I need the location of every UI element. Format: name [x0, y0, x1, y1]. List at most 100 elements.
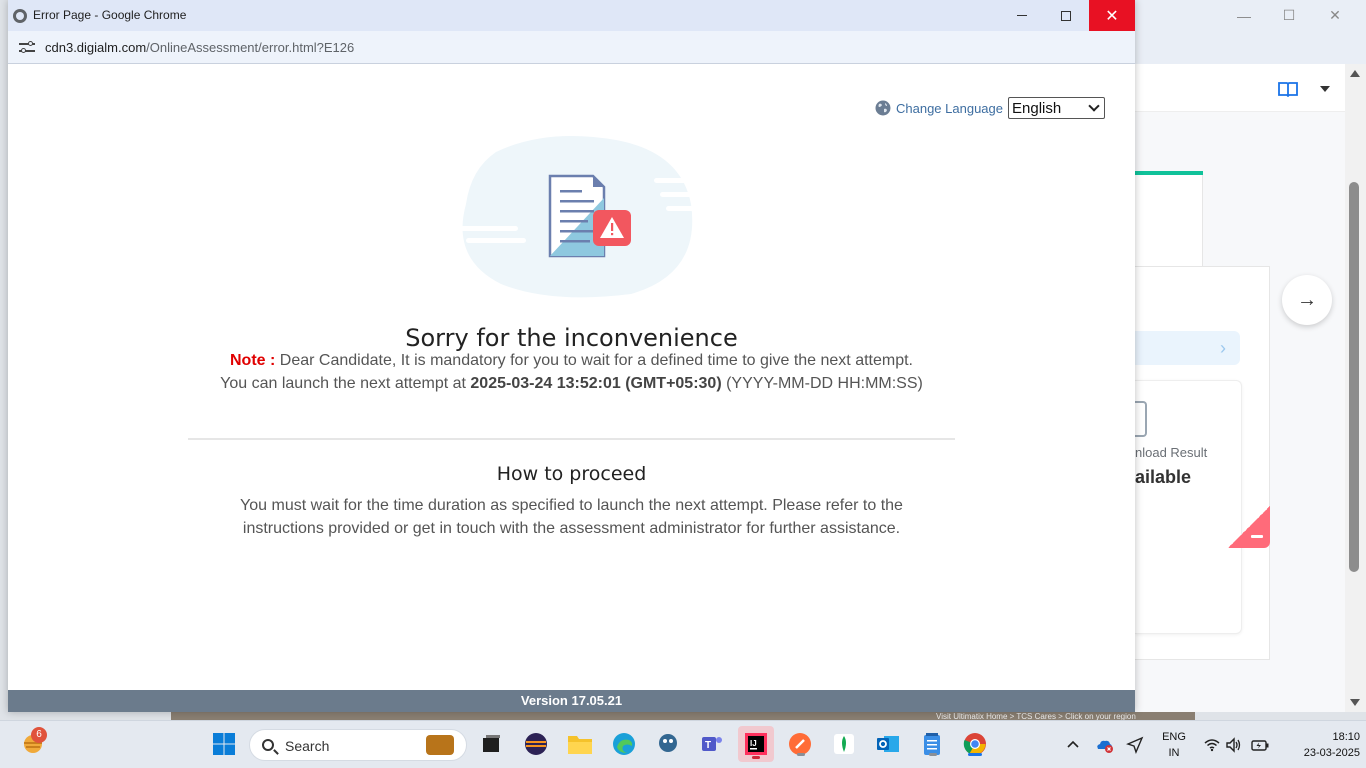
- note-text: Dear Candidate, It is mandatory for you …: [275, 352, 913, 369]
- taskbar-chrome[interactable]: [960, 729, 990, 759]
- taskbar-edge[interactable]: [609, 729, 639, 759]
- minimize-button[interactable]: [999, 0, 1045, 31]
- search-icon: [262, 739, 274, 751]
- collapse-corner-button[interactable]: [1228, 506, 1270, 548]
- background-scrollbar[interactable]: [1345, 64, 1366, 712]
- taskbar-mongodb[interactable]: [829, 729, 859, 759]
- location-tray[interactable]: [1126, 736, 1144, 754]
- chevron-right-icon: ›: [1220, 338, 1226, 358]
- document-icon: [1133, 401, 1147, 437]
- windows-logo-icon: [213, 733, 235, 755]
- taskbar-outlook[interactable]: [873, 729, 903, 759]
- window-titlebar: Error Page - Google Chrome ✕: [8, 0, 1135, 31]
- page-favicon-icon: [13, 9, 27, 23]
- note-message: Note : Dear Candidate, It is mandatory f…: [8, 352, 1135, 370]
- taskbar-notepad[interactable]: [917, 729, 947, 759]
- scrollbar-thumb[interactable]: [1349, 182, 1359, 572]
- language-selected-value: English: [1012, 99, 1062, 117]
- window-title: Error Page - Google Chrome: [33, 8, 187, 22]
- active-indicator: [968, 753, 982, 756]
- clock-time: 18:10: [1332, 731, 1360, 743]
- section-divider: [188, 438, 955, 440]
- folder-icon: [568, 736, 592, 754]
- task-view-icon: [483, 735, 500, 752]
- clock[interactable]: 18:10 23-03-2025: [1300, 729, 1360, 761]
- download-result-card[interactable]: nload Result ailable: [1133, 380, 1242, 634]
- wifi-icon: [1204, 739, 1220, 752]
- note-label: Note :: [230, 352, 276, 369]
- battery-tray[interactable]: [1250, 736, 1269, 754]
- dropdown-caret-icon[interactable]: [1320, 86, 1330, 92]
- onedrive-error-icon: [1097, 740, 1113, 753]
- url-host: cdn3.digialm.com: [45, 40, 147, 55]
- task-view-button[interactable]: [476, 729, 506, 759]
- taskbar-intellij[interactable]: IJ: [738, 726, 774, 762]
- availability-status: ailable: [1135, 467, 1192, 487]
- background-link-row[interactable]: ›: [1135, 331, 1240, 365]
- region-code: IN: [1168, 747, 1180, 759]
- start-button[interactable]: [209, 729, 239, 759]
- background-minimize-button[interactable]: —: [1221, 0, 1267, 31]
- globe-icon: [875, 100, 891, 116]
- error-title: Sorry for the inconvenience: [405, 324, 738, 352]
- maximize-icon: [1061, 10, 1071, 21]
- input-language-indicator[interactable]: ENG IN: [1159, 729, 1189, 761]
- url-text[interactable]: cdn3.digialm.com/OnlineAssessment/error.…: [45, 40, 354, 55]
- taskbar: Search T IJ ENG IN 18:10 23-03-2025: [0, 720, 1366, 768]
- taskbar-search-box[interactable]: Search: [249, 729, 467, 761]
- background-close-button[interactable]: ✕: [1312, 0, 1358, 31]
- intellij-icon: IJ: [745, 733, 767, 755]
- next-arrow-button[interactable]: →: [1282, 275, 1332, 325]
- show-hidden-icons-button[interactable]: [1064, 736, 1082, 754]
- onedrive-tray[interactable]: [1095, 736, 1113, 754]
- background-titlebar: — ☐ ✕: [1135, 0, 1366, 31]
- scroll-down-arrow-icon[interactable]: [1350, 699, 1360, 706]
- battery-charging-icon: [1251, 740, 1269, 751]
- url-path: /OnlineAssessment/error.html?E126: [146, 40, 355, 55]
- background-maximize-button[interactable]: ☐: [1266, 0, 1312, 31]
- site-info-icon[interactable]: [19, 41, 35, 55]
- teams-icon: T: [702, 737, 722, 751]
- language-switcher: Change Language English: [875, 97, 1105, 119]
- svg-text:IJ: IJ: [750, 739, 757, 748]
- taskbar-file-explorer[interactable]: [565, 729, 595, 759]
- weather-notification-badge: 6: [31, 727, 47, 743]
- taskbar-teams[interactable]: T: [697, 729, 727, 759]
- chevron-down-icon: [1088, 100, 1100, 112]
- attempt-format: (YYYY-MM-DD HH:MM:SS): [721, 375, 923, 392]
- version-footer: Version 17.05.21: [8, 690, 1135, 712]
- chevron-up-icon: [1067, 740, 1079, 748]
- error-page-content: Change Language English Sorry for the in…: [8, 64, 1135, 690]
- speaker-icon: [1226, 737, 1241, 753]
- language-select[interactable]: English: [1008, 97, 1105, 119]
- taskbar-eclipse[interactable]: [521, 729, 551, 759]
- background-window: — ☐ ✕ › nload Result ailable →: [1133, 0, 1366, 712]
- download-result-label: nload Result: [1135, 445, 1208, 460]
- postgresql-icon: [659, 734, 677, 752]
- volume-tray[interactable]: [1225, 736, 1243, 754]
- next-attempt-message: You can launch the next attempt at 2025-…: [8, 375, 1135, 393]
- active-indicator: [752, 756, 760, 759]
- close-button[interactable]: ✕: [1089, 0, 1135, 31]
- lang-code: ENG: [1162, 731, 1186, 743]
- taskbar-postgres[interactable]: [653, 729, 683, 759]
- briefcase-icon: [426, 735, 454, 755]
- minus-icon: [1251, 535, 1263, 538]
- background-progress-accent: [1135, 171, 1203, 175]
- network-tray[interactable]: [1203, 736, 1221, 754]
- active-indicator: [929, 753, 937, 756]
- scroll-up-arrow-icon[interactable]: [1350, 70, 1360, 77]
- background-toolbar: [1135, 64, 1366, 112]
- reading-mode-icon[interactable]: [1278, 81, 1298, 97]
- location-arrow-icon: [1126, 736, 1144, 754]
- background-tabstrip: [1135, 31, 1366, 64]
- outlook-icon: [877, 736, 899, 752]
- clock-date: 23-03-2025: [1303, 747, 1360, 759]
- minimize-icon: [1017, 15, 1027, 16]
- taskbar-postman[interactable]: [785, 729, 815, 759]
- how-to-proceed-text: You must wait for the time duration as s…: [240, 497, 903, 537]
- error-document-illustration: [456, 136, 696, 298]
- address-bar[interactable]: cdn3.digialm.com/OnlineAssessment/error.…: [8, 31, 1135, 64]
- eclipse-icon: [525, 733, 547, 755]
- maximize-button[interactable]: [1043, 0, 1089, 31]
